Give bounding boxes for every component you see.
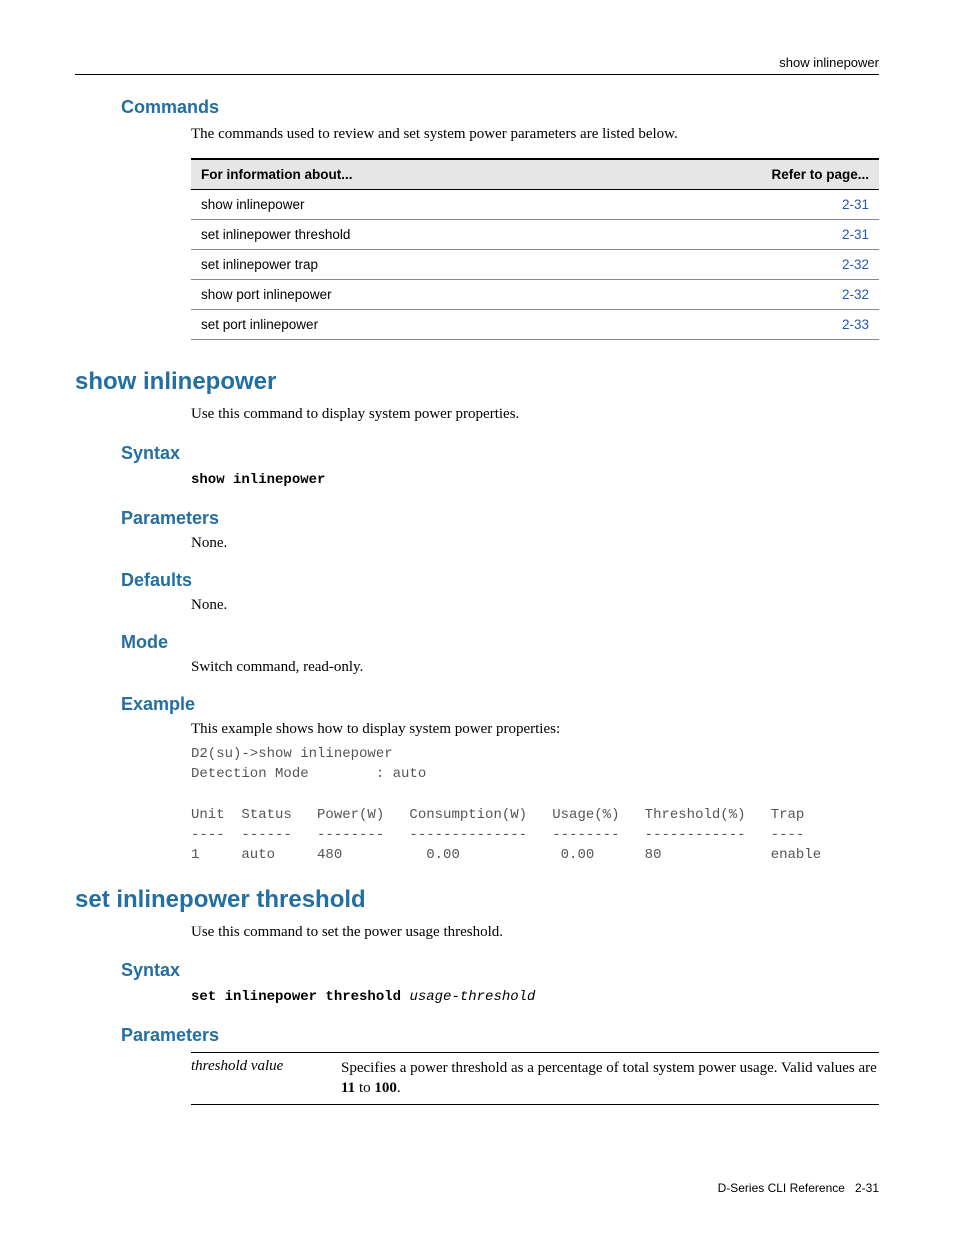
th-info: For information about... <box>191 159 599 190</box>
param-name: threshold value <box>191 1058 341 1099</box>
th-page: Refer to page... <box>599 159 879 190</box>
header-right: show inlinepower <box>75 55 879 70</box>
page-link[interactable]: 2-33 <box>599 310 879 340</box>
commands-heading: Commands <box>121 97 879 118</box>
set-parameters-heading: Parameters <box>121 1025 879 1046</box>
mode-heading: Mode <box>121 632 879 653</box>
syntax-code: show inlinepower <box>191 470 879 490</box>
set-threshold-heading: set inlinepower threshold <box>75 886 879 914</box>
table-row: set inlinepower trap2-32 <box>191 250 879 280</box>
commands-intro: The commands used to review and set syst… <box>191 124 879 144</box>
mode-value: Switch command, read-only. <box>191 659 879 676</box>
example-intro: This example shows how to display system… <box>191 721 879 738</box>
param-desc: Specifies a power threshold as a percent… <box>341 1058 879 1099</box>
parameters-heading: Parameters <box>121 508 879 529</box>
page-link[interactable]: 2-32 <box>599 250 879 280</box>
commands-table: For information about... Refer to page..… <box>191 158 879 340</box>
show-inlinepower-heading: show inlinepower <box>75 368 879 396</box>
table-row: set inlinepower threshold2-31 <box>191 220 879 250</box>
page-link[interactable]: 2-31 <box>599 220 879 250</box>
example-output: D2(su)->show inlinepower Detection Mode … <box>191 744 879 866</box>
table-row: show port inlinepower2-32 <box>191 280 879 310</box>
defaults-heading: Defaults <box>121 570 879 591</box>
page-link[interactable]: 2-31 <box>599 190 879 220</box>
table-row: set port inlinepower2-33 <box>191 310 879 340</box>
parameters-value: None. <box>191 535 879 552</box>
show-intro: Use this command to display system power… <box>191 404 879 424</box>
param-row: threshold value Specifies a power thresh… <box>191 1052 879 1105</box>
set-syntax-code: set inlinepower threshold usage-threshol… <box>191 987 879 1007</box>
page-header: show inlinepower <box>75 55 879 75</box>
defaults-value: None. <box>191 597 879 614</box>
set-intro: Use this command to set the power usage … <box>191 922 879 942</box>
table-row: show inlinepower2-31 <box>191 190 879 220</box>
set-syntax-heading: Syntax <box>121 960 879 981</box>
page-footer: D-Series CLI Reference 2-31 <box>718 1181 879 1195</box>
page-link[interactable]: 2-32 <box>599 280 879 310</box>
syntax-heading: Syntax <box>121 443 879 464</box>
example-heading: Example <box>121 694 879 715</box>
